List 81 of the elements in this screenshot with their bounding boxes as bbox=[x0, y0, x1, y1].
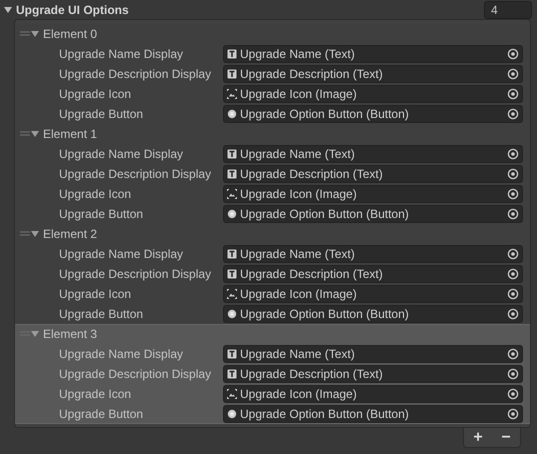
field-value: Upgrade Icon (Image) bbox=[240, 87, 358, 101]
field-label: Upgrade Description Display bbox=[58, 367, 212, 381]
foldout-arrow-icon[interactable] bbox=[31, 30, 39, 38]
field-value: Upgrade Description (Text) bbox=[240, 167, 384, 181]
field-value: Upgrade Name (Text) bbox=[240, 347, 356, 361]
object-picker-icon[interactable] bbox=[507, 288, 519, 300]
field-value: Upgrade Option Button (Button) bbox=[240, 307, 410, 321]
object-picker-icon[interactable] bbox=[507, 48, 519, 60]
field-label: Upgrade Name Display bbox=[58, 247, 184, 261]
field-label: Upgrade Name Display bbox=[58, 47, 184, 61]
element-label: Element 1 bbox=[43, 127, 98, 141]
object-picker-icon[interactable] bbox=[507, 348, 519, 360]
field-value: Upgrade Name (Text) bbox=[240, 147, 356, 161]
object-picker-icon[interactable] bbox=[507, 308, 519, 320]
field-value: Upgrade Icon (Image) bbox=[240, 287, 358, 301]
field-label: Upgrade Name Display bbox=[58, 147, 184, 161]
field-value: Upgrade Icon (Image) bbox=[240, 187, 358, 201]
field-label: Upgrade Description Display bbox=[58, 267, 212, 281]
field-value: Upgrade Description (Text) bbox=[240, 67, 384, 81]
field-label: Upgrade Description Display bbox=[58, 67, 212, 81]
field-label: Upgrade Icon bbox=[58, 87, 132, 101]
field-label: Upgrade Button bbox=[58, 407, 144, 421]
field-label: Upgrade Icon bbox=[58, 187, 132, 201]
drag-handle-icon[interactable] bbox=[20, 131, 30, 137]
field-label: Upgrade Icon bbox=[58, 387, 132, 401]
object-picker-icon[interactable] bbox=[507, 168, 519, 180]
object-field[interactable]: Upgrade Option Button (Button) bbox=[223, 305, 523, 323]
drag-handle-icon[interactable] bbox=[20, 31, 30, 37]
object-picker-icon[interactable] bbox=[507, 368, 519, 380]
field-label: Upgrade Button bbox=[58, 107, 144, 121]
foldout-arrow-icon[interactable] bbox=[4, 6, 12, 14]
field-value: Upgrade Option Button (Button) bbox=[240, 207, 410, 221]
object-picker-icon[interactable] bbox=[507, 388, 519, 400]
size-field[interactable]: 4 bbox=[484, 0, 532, 18]
object-picker-icon[interactable] bbox=[507, 268, 519, 280]
property-label: Upgrade UI Options bbox=[16, 2, 130, 16]
object-picker-icon[interactable] bbox=[507, 408, 519, 420]
foldout-arrow-icon[interactable] bbox=[31, 130, 39, 138]
field-value: Upgrade Name (Text) bbox=[240, 47, 356, 61]
field-value: Upgrade Option Button (Button) bbox=[240, 107, 410, 121]
element-label: Element 2 bbox=[43, 227, 98, 241]
object-field[interactable]: Upgrade Name (Text) bbox=[223, 145, 523, 163]
object-field[interactable]: Upgrade Option Button (Button) bbox=[223, 205, 523, 223]
object-picker-icon[interactable] bbox=[507, 248, 519, 260]
foldout-arrow-icon[interactable] bbox=[31, 230, 39, 238]
list-element[interactable]: Element 3 Upgrade Name Display Upgrade Name (Text) Upgrade Description Display Upgrade Description (Text) Upgrade Icon Upgrade Icon (Image) Upgrade Button Upgrade Option Button (Button) bbox=[15, 324, 530, 424]
field-label: Upgrade Icon bbox=[58, 287, 132, 301]
object-picker-icon[interactable] bbox=[507, 188, 519, 200]
object-field[interactable]: Upgrade Icon (Image) bbox=[223, 185, 523, 203]
field-label: Upgrade Name Display bbox=[58, 347, 184, 361]
field-value: Upgrade Description (Text) bbox=[240, 367, 384, 381]
object-field[interactable]: Upgrade Icon (Image) bbox=[223, 385, 523, 403]
object-picker-icon[interactable] bbox=[507, 88, 519, 100]
object-field[interactable]: Upgrade Name (Text) bbox=[223, 345, 523, 363]
remove-button[interactable]: − bbox=[497, 430, 515, 446]
object-field[interactable]: Upgrade Option Button (Button) bbox=[223, 405, 523, 423]
object-picker-icon[interactable] bbox=[507, 108, 519, 120]
field-label: Upgrade Button bbox=[58, 207, 144, 221]
field-value: Upgrade Icon (Image) bbox=[240, 387, 358, 401]
object-field[interactable]: Upgrade Description (Text) bbox=[223, 65, 523, 83]
object-field[interactable]: Upgrade Description (Text) bbox=[223, 165, 523, 183]
element-label: Element 3 bbox=[43, 327, 98, 341]
element-label: Element 0 bbox=[43, 27, 98, 41]
field-value: Upgrade Option Button (Button) bbox=[240, 407, 410, 421]
field-label: Upgrade Description Display bbox=[58, 167, 212, 181]
object-field[interactable]: Upgrade Name (Text) bbox=[223, 245, 523, 263]
field-value: Upgrade Description (Text) bbox=[240, 267, 384, 281]
object-field[interactable]: Upgrade Description (Text) bbox=[223, 265, 523, 283]
add-button[interactable]: + bbox=[469, 430, 487, 446]
object-field[interactable]: Upgrade Icon (Image) bbox=[223, 85, 523, 103]
object-field[interactable]: Upgrade Option Button (Button) bbox=[223, 105, 523, 123]
object-picker-icon[interactable] bbox=[507, 208, 519, 220]
drag-handle-icon[interactable] bbox=[20, 331, 30, 337]
object-field[interactable]: Upgrade Name (Text) bbox=[223, 45, 523, 63]
object-picker-icon[interactable] bbox=[507, 148, 519, 160]
object-picker-icon[interactable] bbox=[507, 68, 519, 80]
field-label: Upgrade Button bbox=[58, 307, 144, 321]
object-field[interactable]: Upgrade Description (Text) bbox=[223, 365, 523, 383]
drag-handle-icon[interactable] bbox=[20, 231, 30, 237]
object-field[interactable]: Upgrade Icon (Image) bbox=[223, 285, 523, 303]
field-value: Upgrade Name (Text) bbox=[240, 247, 356, 261]
